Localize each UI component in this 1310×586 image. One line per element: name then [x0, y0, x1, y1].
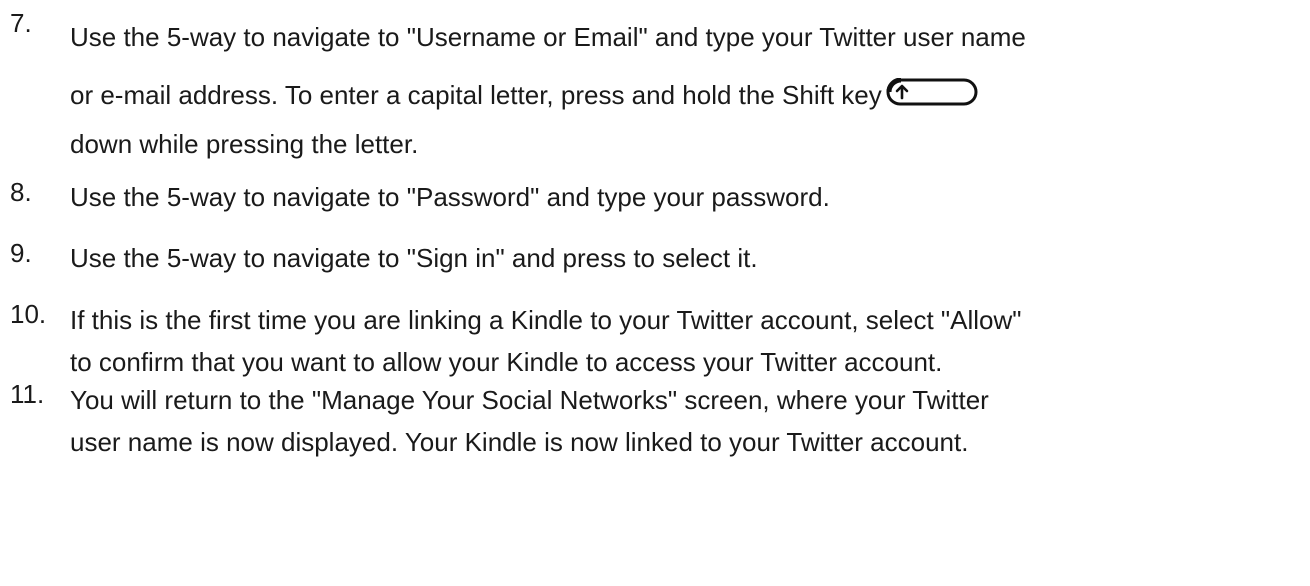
shift-key-icon: [886, 78, 978, 106]
step-line: If this is the first time you are linkin…: [70, 305, 1022, 335]
step-line: Use the 5-way to navigate to "Password" …: [70, 182, 830, 212]
step-line-text: or e-mail address. To enter a capital le…: [70, 80, 882, 110]
step-10: 10. If this is the first time you are li…: [0, 299, 1310, 383]
step-7: 7. Use the 5-way to navigate to "Usernam…: [0, 8, 1310, 164]
step-line: to confirm that you want to allow your K…: [70, 347, 943, 377]
step-text: Use the 5-way to navigate to "Password" …: [70, 177, 1310, 217]
step-9: 9. Use the 5-way to navigate to "Sign in…: [0, 238, 1310, 278]
step-8: 8. Use the 5-way to navigate to "Passwor…: [0, 177, 1310, 217]
step-number: 11.: [10, 379, 45, 409]
step-number: 10.: [10, 299, 47, 329]
step-text: You will return to the "Manage Your Soci…: [70, 379, 1310, 463]
step-text: If this is the first time you are linkin…: [70, 299, 1310, 383]
step-line-with-icon: or e-mail address. To enter a capital le…: [70, 66, 1306, 124]
step-text: Use the 5-way to navigate to "Sign in" a…: [70, 238, 1310, 278]
step-line: You will return to the "Manage Your Soci…: [70, 385, 989, 415]
step-number: 8.: [10, 177, 32, 207]
step-line: down while pressing the letter.: [70, 129, 419, 159]
step-text: Use the 5-way to navigate to "Username o…: [70, 8, 1310, 164]
step-line: user name is now displayed. Your Kindle …: [70, 427, 969, 457]
step-line: Use the 5-way to navigate to "Username o…: [70, 22, 1026, 52]
step-number: 7.: [10, 8, 32, 38]
step-number: 9.: [10, 238, 32, 268]
step-line: Use the 5-way to navigate to "Sign in" a…: [70, 243, 758, 273]
step-11: 11. You will return to the "Manage Your …: [0, 379, 1310, 463]
